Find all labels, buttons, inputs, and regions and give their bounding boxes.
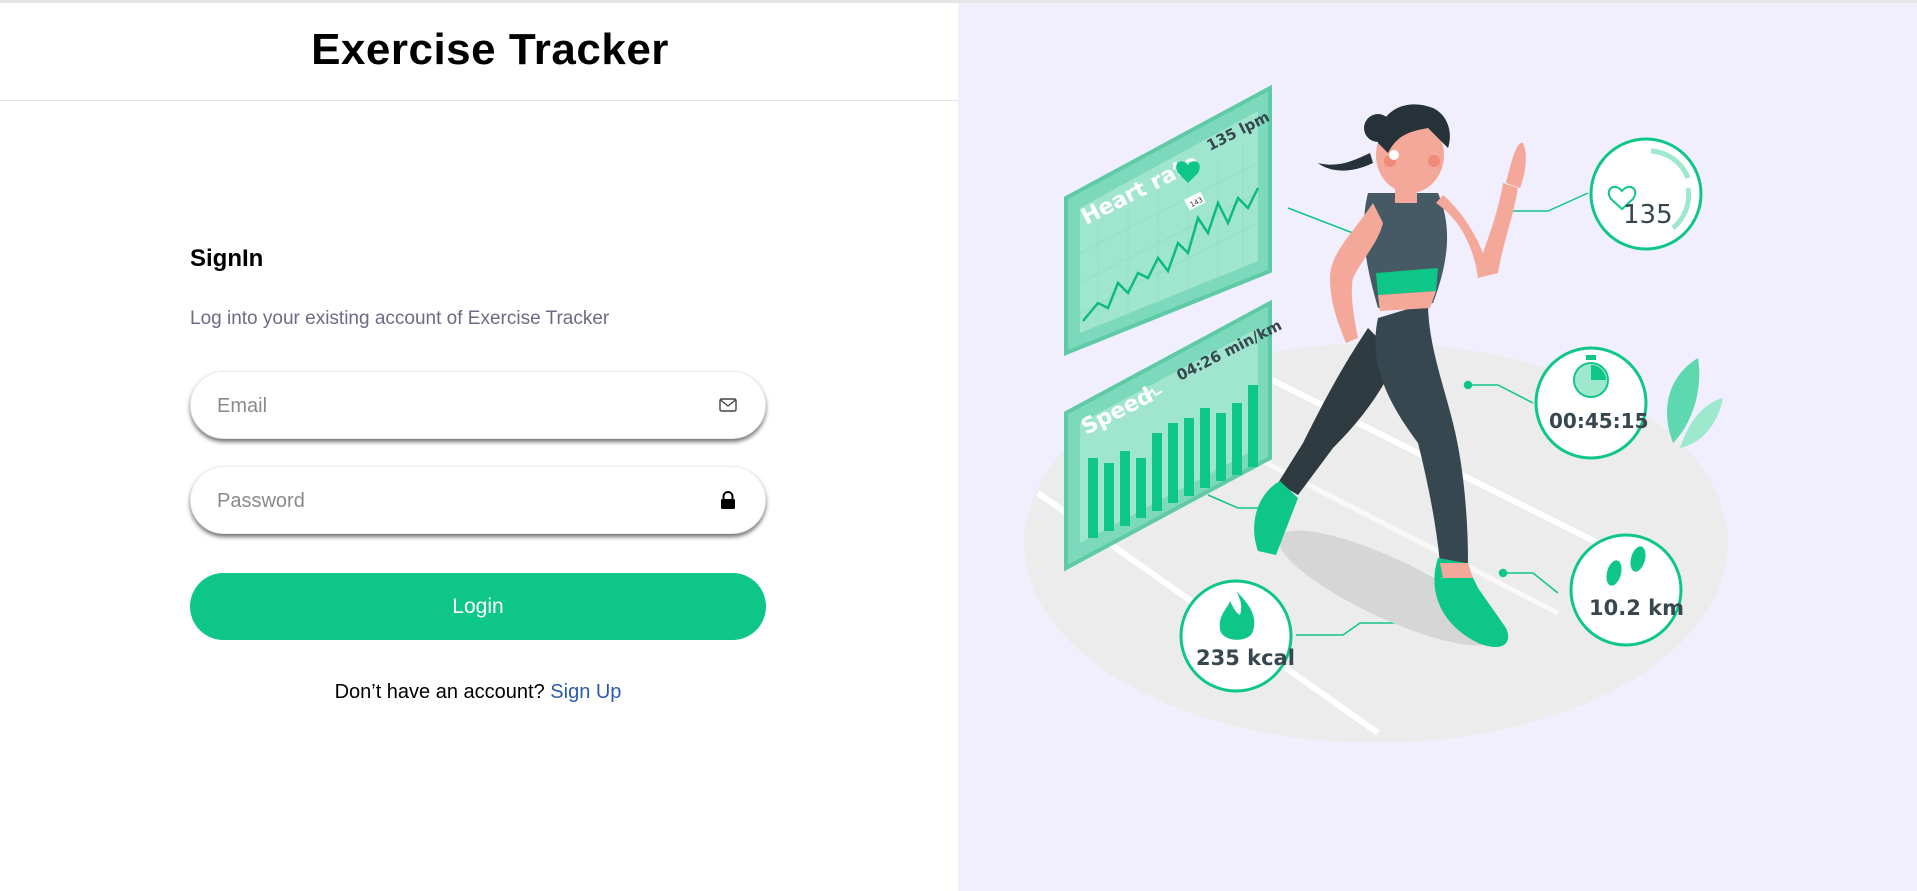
app-header: Exercise Tracker <box>0 3 958 101</box>
signup-link[interactable]: Sign Up <box>550 681 621 703</box>
distance-value: 10.2 km <box>1589 596 1684 620</box>
bpm-value: 135 <box>1623 200 1673 230</box>
signup-row: Don’t have an account? Sign Up <box>190 681 766 704</box>
signin-subtitle: Log into your existing account of Exerci… <box>190 308 610 329</box>
email-field[interactable] <box>190 371 766 440</box>
heart-rate-panel: Heart rate 135 lpm 143 <box>1064 84 1272 356</box>
mail-icon <box>719 398 737 412</box>
lock-icon <box>721 491 735 509</box>
time-value: 00:45:15 <box>1549 409 1649 433</box>
time-stat: 00:45:15 <box>1534 346 1649 460</box>
running-woman-illustration: Heart rate 135 lpm 143 Speed 04:26 min/k… <box>1024 84 1728 743</box>
calories-value: 235 kcal <box>1196 646 1295 670</box>
signin-title: SignIn <box>190 245 264 272</box>
password-field[interactable] <box>190 466 766 535</box>
login-button[interactable]: Login <box>190 573 766 640</box>
app-title: Exercise Tracker <box>311 25 669 74</box>
plant-decoration <box>1667 358 1723 448</box>
distance-stat: 10.2 km <box>1569 533 1684 647</box>
password-input[interactable] <box>215 467 679 535</box>
signup-prompt: Don’t have an account? <box>334 681 545 703</box>
email-input[interactable] <box>215 372 679 440</box>
bpm-stat: 135 <box>1589 137 1703 251</box>
signin-panel: Exercise Tracker SignIn Log into your ex… <box>0 3 958 891</box>
illustration-panel: Heart rate 135 lpm 143 Speed 04:26 min/k… <box>958 3 1917 891</box>
